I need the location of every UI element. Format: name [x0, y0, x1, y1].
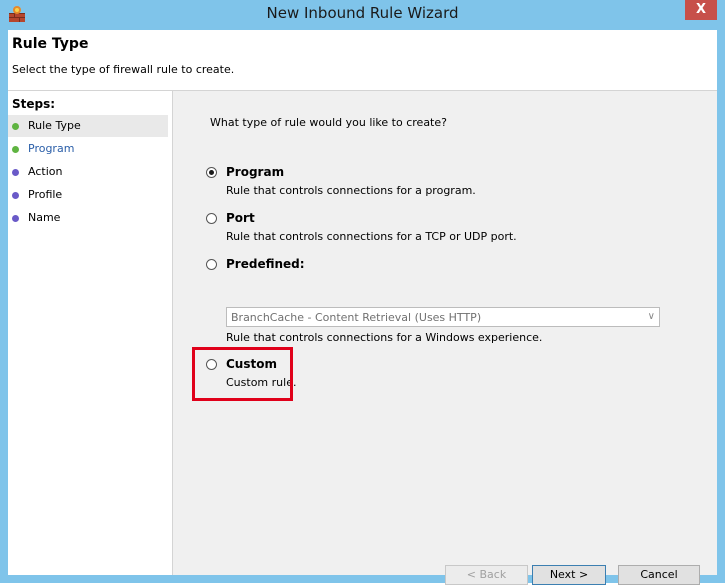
- next-button[interactable]: Next >: [532, 565, 606, 585]
- step-label: Name: [28, 211, 61, 224]
- steps-title: Steps:: [12, 97, 56, 111]
- step-status-dot-icon: [12, 123, 19, 130]
- step-program[interactable]: Program: [8, 138, 168, 160]
- steps-panel: Steps: Rule Type Program Action Profile …: [8, 91, 173, 575]
- window-title: New Inbound Rule Wizard: [266, 4, 459, 22]
- step-status-dot-icon: [12, 192, 19, 199]
- chevron-down-icon[interactable]: ∨: [648, 311, 655, 322]
- wizard-client-area: Rule Type Select the type of firewall ru…: [8, 30, 717, 585]
- step-rule-type[interactable]: Rule Type: [8, 115, 168, 137]
- page-description: Select the type of firewall rule to crea…: [12, 63, 235, 76]
- option-label[interactable]: Predefined:: [226, 257, 305, 271]
- step-status-dot-icon: [12, 215, 19, 222]
- rule-type-question: What type of rule would you like to crea…: [210, 116, 447, 129]
- main-panel: What type of rule would you like to crea…: [174, 91, 717, 585]
- cancel-button[interactable]: Cancel: [618, 565, 700, 585]
- option-description: Rule that controls connections for a pro…: [226, 184, 476, 197]
- title-bar[interactable]: New Inbound Rule Wizard X: [0, 0, 725, 30]
- option-label[interactable]: Program: [226, 165, 284, 179]
- port-radio[interactable]: [206, 213, 217, 224]
- page-title: Rule Type: [12, 36, 89, 52]
- predefined-description: Rule that controls connections for a Win…: [226, 331, 543, 344]
- step-status-dot-icon: [12, 146, 19, 153]
- wizard-window: New Inbound Rule Wizard X Rule Type Sele…: [0, 0, 725, 585]
- wizard-header: Rule Type Select the type of firewall ru…: [8, 30, 717, 91]
- close-button[interactable]: X: [685, 0, 717, 20]
- step-label: Rule Type: [28, 119, 81, 132]
- program-radio[interactable]: [206, 167, 217, 178]
- predefined-radio[interactable]: [206, 259, 217, 270]
- step-profile[interactable]: Profile: [8, 184, 168, 206]
- step-action[interactable]: Action: [8, 161, 168, 183]
- custom-option-highlight: [192, 347, 293, 401]
- step-label: Program: [28, 142, 75, 155]
- back-button[interactable]: < Back: [445, 565, 528, 585]
- step-name[interactable]: Name: [8, 207, 168, 229]
- dropdown-selected-value: BranchCache - Content Retrieval (Uses HT…: [231, 311, 482, 324]
- step-label: Profile: [28, 188, 63, 201]
- option-description: Rule that controls connections for a TCP…: [226, 230, 517, 243]
- option-label[interactable]: Port: [226, 211, 255, 225]
- step-label: Action: [28, 165, 63, 178]
- step-status-dot-icon: [12, 169, 19, 176]
- predefined-dropdown[interactable]: BranchCache - Content Retrieval (Uses HT…: [226, 307, 660, 327]
